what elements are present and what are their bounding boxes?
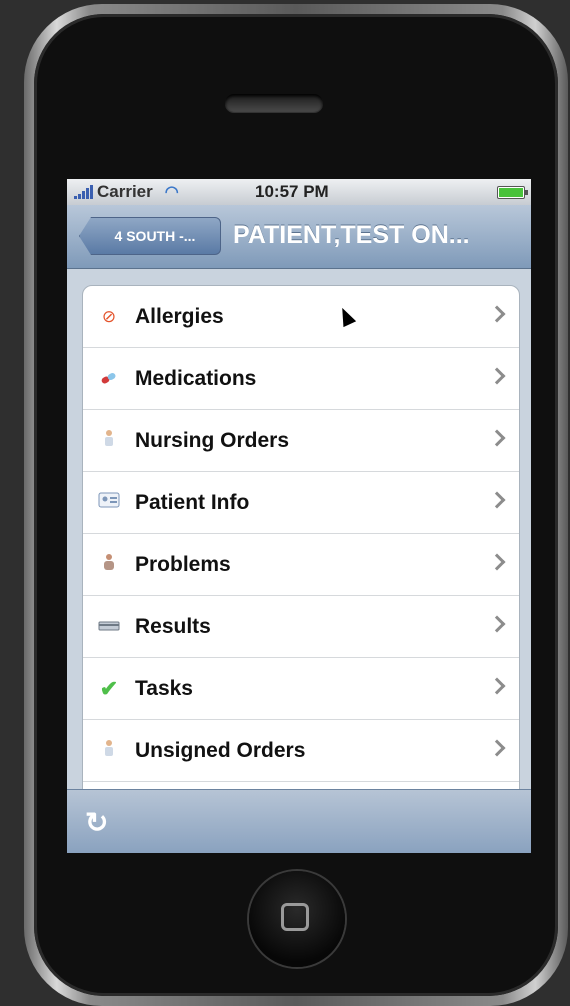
list-item-label: Patient Info <box>135 490 250 514</box>
list-item-label: Medications <box>135 366 257 390</box>
battery-icon <box>497 186 528 199</box>
list-item-label: Problems <box>135 552 231 576</box>
list-item-tasks[interactable]: ✔ Tasks <box>83 658 519 720</box>
app-screen: Carrier ◠ 10:57 PM 4 SOUTH -... PATIENT,… <box>67 179 531 853</box>
page-title: PATIENT,TEST ON... <box>233 221 470 249</box>
chevron-right-icon <box>488 429 506 447</box>
wifi-icon: ◠ <box>164 184 179 201</box>
checkmark-icon: ✔ <box>99 675 119 701</box>
results-icon <box>83 617 135 637</box>
patient-menu-list: ⊘ Allergies Medications Nursing Orders P… <box>82 285 520 844</box>
list-item-label: Unsigned Orders <box>135 738 306 762</box>
pill-icon <box>83 369 135 389</box>
signal-icon <box>74 185 93 199</box>
person-icon <box>83 553 135 576</box>
list-item-label: Results <box>135 614 211 638</box>
list-item-allergies[interactable]: ⊘ Allergies <box>83 286 519 348</box>
refresh-icon[interactable]: ↻ <box>85 806 108 839</box>
chevron-right-icon <box>488 491 506 509</box>
list-item-medications[interactable]: Medications <box>83 348 519 410</box>
status-bar: Carrier ◠ 10:57 PM <box>67 179 531 205</box>
nurse-icon <box>83 429 135 452</box>
list-item-patient-info[interactable]: Patient Info <box>83 472 519 534</box>
no-entry-icon: ⊘ <box>101 306 117 326</box>
carrier-name: Carrier <box>97 182 153 201</box>
back-button[interactable]: 4 SOUTH -... <box>79 217 221 255</box>
home-button[interactable] <box>249 871 345 967</box>
earpiece-speaker <box>225 94 323 112</box>
list-item-results[interactable]: Results <box>83 596 519 658</box>
navigation-bar: 4 SOUTH -... PATIENT,TEST ON... <box>67 205 531 269</box>
chevron-right-icon <box>488 305 506 323</box>
list-item-problems[interactable]: Problems <box>83 534 519 596</box>
list-item-label: Allergies <box>135 304 224 328</box>
list-item-unsigned-orders[interactable]: Unsigned Orders <box>83 720 519 782</box>
list-item-label: Tasks <box>135 676 193 700</box>
bottom-toolbar: ↻ <box>67 789 531 853</box>
chevron-right-icon <box>488 615 506 633</box>
chevron-right-icon <box>488 677 506 695</box>
list-item-label: Nursing Orders <box>135 428 290 452</box>
chevron-right-icon <box>488 553 506 571</box>
home-square-icon <box>281 903 309 931</box>
list-item-nursing-orders[interactable]: Nursing Orders <box>83 410 519 472</box>
status-time: 10:57 PM <box>255 182 329 201</box>
chevron-right-icon <box>488 367 506 385</box>
chevron-right-icon <box>488 739 506 757</box>
nurse-icon <box>83 739 135 762</box>
id-card-icon <box>83 492 135 513</box>
